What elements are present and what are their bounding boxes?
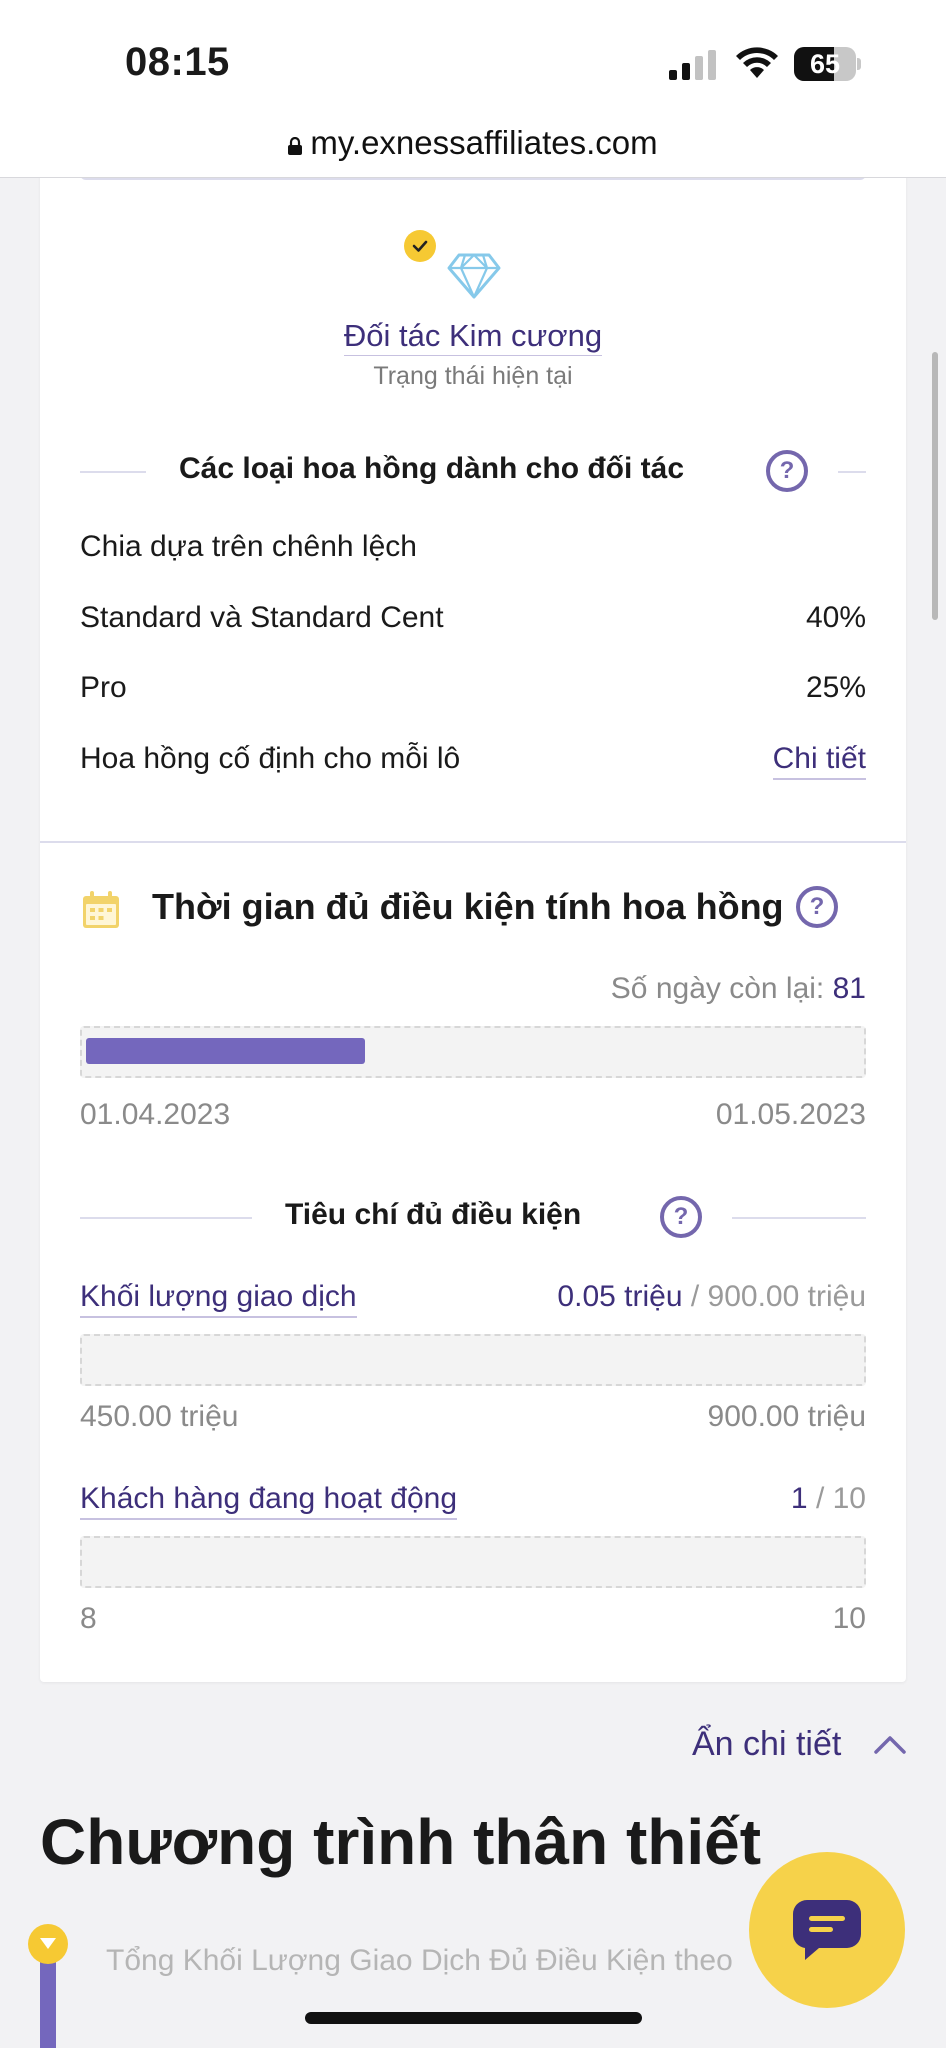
days-left-value: 81 [832,972,866,1005]
commission-row-value: 40% [805,601,866,634]
period-start-date: 01.04.2023 [80,1098,231,1131]
commission-row-label: Pro [80,671,127,704]
timeline-marker-icon [28,1924,68,1964]
fixed-commission-row: Hoa hồng cố định cho mỗi lô Chi tiết [80,736,866,782]
lock-icon [288,137,303,155]
days-left-label: Số ngày còn lại: [610,972,825,1005]
url-bar[interactable]: my.exnessaffiliates.com [0,124,946,162]
period-progress-fill [86,1038,365,1064]
criteria-title: Tiêu chí đủ điều kiện [285,1198,582,1231]
criteria-header: Tiêu chí đủ điều kiện ? [80,1192,866,1242]
current-status-label: Trạng thái hiện tại [373,362,573,390]
active-clients-max: 10 [832,1602,866,1635]
section-divider [40,841,906,843]
partner-tier-block: Đối tác Kim cương Trạng thái hiện tại [40,230,906,390]
cellular-signal-icon [669,50,716,80]
help-icon[interactable]: ? [796,886,838,928]
active-clients-min: 8 [80,1602,97,1635]
active-clients-bar [80,1536,866,1588]
hide-details-button[interactable]: Ẩn chi tiết [692,1725,841,1764]
commission-types-header: Các loại hoa hồng dành cho đối tác ? [80,446,866,496]
diamond-icon [447,253,501,299]
check-badge-icon [404,230,436,262]
commission-row-label: Standard và Standard Cent [80,601,444,634]
calendar-icon [83,891,119,928]
url-text: my.exnessaffiliates.com [310,124,658,161]
battery-level: 65 [809,49,841,79]
chevron-up-icon[interactable] [873,1733,907,1755]
trading-volume-min: 450.00 triệu [80,1400,239,1433]
commission-row: Standard và Standard Cent 40% [80,595,866,641]
days-left: Số ngày còn lại: 81 [611,972,866,1006]
active-clients-value: 1 / 10 [790,1482,866,1515]
page-scrollbar[interactable] [932,352,938,620]
commission-row-value: 25% [805,671,866,704]
trading-volume-bar [80,1334,866,1386]
help-icon[interactable]: ? [660,1196,702,1238]
help-icon[interactable]: ? [766,450,808,492]
spread-share-row: Chia dựa trên chênh lệch [80,524,866,570]
trading-volume-row: Khối lượng giao dịch 0.05 triệu / 900.00… [80,1276,866,1322]
wifi-icon [736,47,778,78]
qualification-period-title: Thời gian đủ điều kiện tính hoa hồng [152,886,784,927]
home-indicator[interactable] [305,2012,642,2024]
active-clients-row: Khách hàng đang hoạt động 1 / 10 [80,1478,866,1524]
trading-volume-value: 0.05 triệu / 900.00 triệu [557,1280,866,1313]
fixed-commission-label: Hoa hồng cố định cho mỗi lô [80,742,461,775]
browser-chrome: 08:15 65 my.exnessaffiliates.com [0,0,946,178]
status-time: 08:15 [125,40,230,84]
active-clients-link[interactable]: Khách hàng đang hoạt động [80,1482,458,1520]
loyalty-timeline [40,1958,56,2048]
details-link[interactable]: Chi tiết [772,742,866,780]
chat-icon [792,1900,861,1960]
partner-tier-name[interactable]: Đối tác Kim cương [40,318,906,356]
loyalty-subtitle: Tổng Khối Lượng Giao Dịch Đủ Điều Kiện t… [106,1944,733,1977]
commission-row: Pro 25% [80,665,866,711]
period-end-date: 01.05.2023 [715,1098,866,1131]
loyalty-program-title: Chương trình thân thiết [40,1806,762,1878]
trading-volume-max: 900.00 triệu [707,1400,866,1433]
trading-volume-link[interactable]: Khối lượng giao dịch [80,1280,357,1318]
chat-button[interactable] [749,1852,905,2008]
spread-share-label: Chia dựa trên chênh lệch [80,530,417,563]
partner-status-card: Đối tác Kim cương Trạng thái hiện tại Cá… [40,150,906,1682]
battery-icon: 65 [794,47,861,81]
commission-types-title: Các loại hoa hồng dành cho đối tác [179,452,685,485]
period-progress-bar [80,1026,866,1078]
